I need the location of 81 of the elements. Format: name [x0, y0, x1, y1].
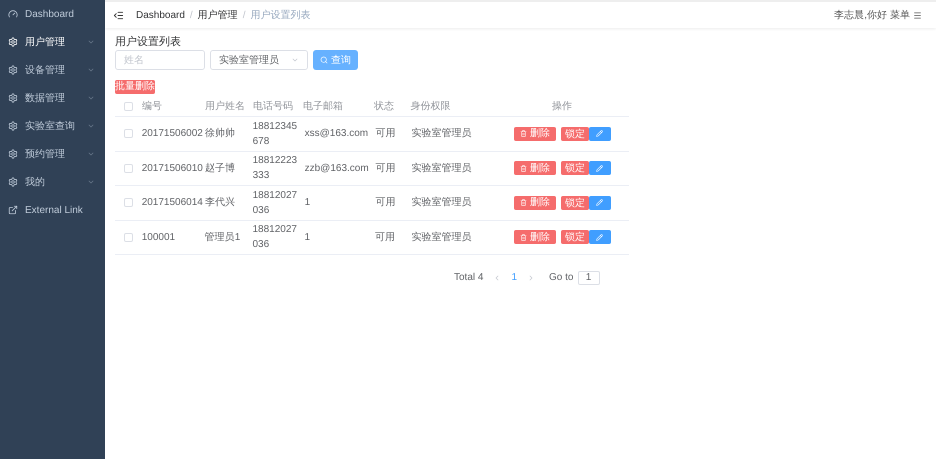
row-checkbox[interactable] [124, 164, 133, 173]
page-title: 用户设置列表 [115, 36, 182, 49]
sidebar-item[interactable]: 用户管理 [0, 28, 105, 56]
trash-icon [520, 234, 527, 241]
table-cell-text: 实验室管理员 [412, 126, 473, 142]
sidebar-item[interactable]: 设备管理 [0, 56, 105, 84]
edit-button[interactable] [588, 230, 611, 244]
menu-icon[interactable] [913, 10, 922, 20]
pagination-total: Total 4 [454, 271, 484, 285]
breadcrumb-item[interactable]: 用户管理 [198, 8, 238, 22]
table-cell-text: 赵子博 [204, 162, 236, 176]
pencil-icon [596, 130, 604, 138]
table-cell-text: 100001 [142, 230, 176, 245]
trash-icon [520, 199, 527, 206]
column-header: 电子邮箱 [302, 100, 344, 114]
gear-icon [8, 177, 18, 187]
gear-icon [8, 121, 18, 131]
goto-field[interactable]: 1 [578, 270, 600, 284]
table-cell-text: 徐帅帅 [204, 126, 236, 142]
external-link-icon [8, 205, 18, 215]
gear-icon [8, 93, 18, 103]
row-checkbox[interactable] [124, 198, 133, 208]
trash-icon [520, 130, 527, 138]
sidebar-item[interactable]: 实验室查询 [0, 112, 105, 140]
table-cell-text: 18812223333 [252, 154, 298, 184]
goto-label: Go to [549, 271, 574, 285]
column-header: 编号 [142, 100, 163, 114]
row-checkbox[interactable] [124, 232, 133, 242]
column-header: 操作 [550, 100, 573, 114]
table-cell-text: 可用 [375, 162, 396, 176]
gear-icon [8, 65, 18, 75]
breadcrumb-separator: / [242, 8, 246, 22]
table-cell-text: 18812027036 [252, 188, 298, 218]
breadcrumb-separator: / [190, 8, 193, 22]
table-cell-text: 20171506014 [142, 196, 203, 210]
breadcrumb-item: 用户设置列表 [250, 8, 310, 22]
sidebar-item[interactable]: 我的 [0, 168, 105, 196]
table-cell-text: 管理员1 [204, 230, 242, 245]
table-cell-text: 1 [304, 230, 312, 245]
menu-link[interactable]: 菜单 [890, 8, 910, 22]
sidebar-item[interactable]: Dashboard [0, 0, 105, 28]
breadcrumb-item[interactable]: Dashboard [136, 8, 185, 22]
table-cell-text: xss@163.com [304, 127, 370, 142]
role-select[interactable]: 实验室管理员 [210, 50, 308, 70]
column-header: 状态 [374, 100, 395, 114]
table-cell-text: 实验室管理员 [411, 230, 472, 245]
sidebar-item[interactable]: 数据管理 [0, 84, 105, 112]
user-greeting: 李志晨,你好 [834, 8, 887, 22]
table-cell-text: 李代兴 [204, 196, 236, 210]
table-cell-text: 18812345678 [252, 120, 298, 149]
table-cell-text: 实验室管理员 [412, 196, 473, 210]
table-cell-text: 20171506010 [142, 162, 203, 176]
menu-toggle-icon[interactable] [113, 10, 124, 20]
pencil-icon [596, 199, 604, 206]
search-icon [320, 56, 328, 64]
pencil-icon [596, 234, 604, 241]
edit-button[interactable] [588, 196, 611, 210]
table-cell-text: 18812027036 [252, 223, 298, 252]
chevron-icon [291, 56, 299, 64]
table-cell-text: 可用 [375, 230, 396, 245]
column-header: 用户姓名 [205, 100, 246, 114]
table-cell-text: 可用 [375, 127, 396, 142]
table-cell-text: 1 [304, 196, 312, 210]
table-cell-text: zzb@163.com [304, 162, 370, 176]
gauge-icon [8, 9, 18, 19]
pencil-icon [596, 164, 604, 172]
name-field[interactable]: 姓名 [115, 50, 205, 70]
column-header: 电话号码 [253, 100, 294, 114]
edit-button[interactable] [588, 161, 611, 176]
gear-icon [8, 149, 18, 159]
table-cell-text: 20171506002 [142, 127, 203, 142]
edit-button[interactable] [588, 126, 611, 141]
sidebar-item[interactable]: 预约管理 [0, 140, 105, 168]
gear-icon [8, 37, 18, 47]
table-cell-text: 可用 [375, 196, 396, 210]
trash-icon [520, 164, 527, 172]
column-header: 身份权限 [410, 100, 452, 114]
select-all-checkbox[interactable] [124, 102, 133, 111]
table-cell-text: 实验室管理员 [412, 162, 473, 176]
sidebar-item[interactable]: External Link [0, 196, 105, 224]
row-checkbox[interactable] [124, 129, 133, 138]
